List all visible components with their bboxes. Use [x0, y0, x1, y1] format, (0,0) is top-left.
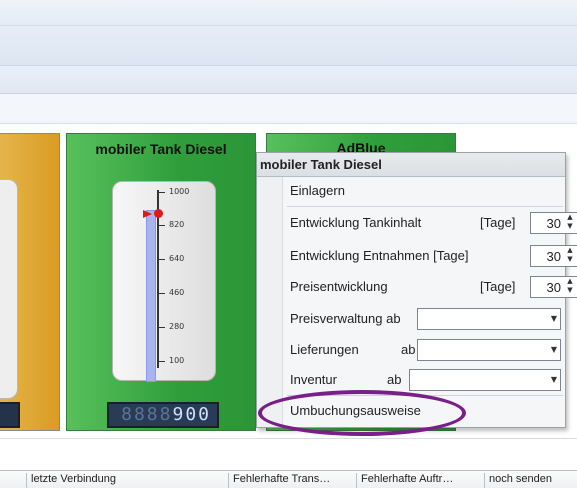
days-unit-label: [Tage]: [480, 215, 516, 230]
chevron-down-icon[interactable]: ▼: [551, 345, 557, 354]
gauge-marker: [154, 209, 163, 218]
gauge-tick: [159, 327, 165, 328]
tankinhalt-days-stepper[interactable]: 30 ▲ ▼: [530, 212, 577, 234]
ab-label: ab: [401, 342, 416, 357]
display-dim-digits: 8888: [121, 404, 173, 425]
gauge-tick-label: 100: [169, 356, 185, 365]
display-value: 900: [172, 404, 211, 425]
menu-item-inventur[interactable]: Inventur ab ▼: [284, 368, 564, 392]
highlight-annotation: [258, 390, 466, 436]
title-bar: [0, 0, 577, 26]
menu-item-label: Lieferungen: [290, 342, 359, 357]
lieferungen-date-dropdown[interactable]: ▼: [417, 339, 561, 361]
gauge-tick-label: 1000: [169, 187, 190, 196]
entnahmen-days-stepper[interactable]: 30 ▲ ▼: [530, 245, 577, 267]
menu-item-lieferungen[interactable]: Lieferungen ab ▼: [284, 338, 564, 362]
tank-level-gauge: 1000 820 640 460 280 100: [112, 181, 216, 382]
gauge-level-tube: [146, 210, 156, 382]
days-unit-label: [Tage]: [480, 279, 516, 294]
tank-context-menu: mobiler Tank Diesel Einlagern Entwicklun…: [256, 152, 577, 428]
preisentwicklung-days-stepper[interactable]: 30 ▲ ▼: [530, 276, 577, 298]
menu-item-einlagern[interactable]: Einlagern: [284, 179, 564, 203]
column-header-noch-senden[interactable]: noch senden: [484, 473, 577, 488]
menu-item-label: Inventur: [290, 372, 337, 387]
chevron-down-icon[interactable]: ▼: [551, 375, 557, 384]
gauge-tick: [159, 225, 165, 226]
gauge-tick: [159, 361, 165, 362]
gauge-tick-label: 280: [169, 322, 185, 331]
column-header-fehlerhafte-auftr[interactable]: Fehlerhafte Auftr…: [356, 473, 482, 488]
sub-toolbar: [0, 94, 577, 124]
stepper-value: 30: [546, 216, 561, 231]
ab-label: ab: [387, 372, 402, 387]
gauge-tick-label: 820: [169, 220, 185, 229]
chevron-down-icon[interactable]: ▼: [551, 314, 557, 323]
menu-icon-gutter: [257, 177, 283, 427]
menu-item-label: Preisverwaltung ab: [290, 311, 401, 326]
toolbar: [0, 66, 577, 94]
spin-arrows-icon[interactable]: ▲ ▼: [565, 213, 575, 233]
spin-arrows-icon[interactable]: ▲ ▼: [565, 246, 575, 266]
stepper-value: 30: [546, 249, 561, 264]
menu-item-label: Entwicklung Tankinhalt: [290, 215, 422, 230]
column-header-letzte-verbindung[interactable]: letzte Verbindung: [26, 473, 226, 488]
tank-tile-left[interactable]: [0, 133, 60, 431]
menu-item-preisentwicklung[interactable]: Preisentwicklung [Tage] 30 ▲ ▼: [284, 275, 577, 299]
context-menu-title: mobiler Tank Diesel: [257, 153, 565, 177]
preisverwaltung-date-dropdown[interactable]: ▼: [417, 308, 561, 330]
menu-item-label: Entwicklung Entnahmen [Tage]: [290, 248, 469, 263]
tank-title: mobiler Tank Diesel: [95, 141, 227, 157]
tank-display-left: [0, 402, 20, 428]
grid-header: letzte Verbindung Fehlerhafte Trans… Feh…: [0, 470, 577, 488]
tank-volume-display: 8888900: [107, 402, 219, 428]
tank-tile-mobiler-diesel[interactable]: mobiler Tank Diesel 1000 820 640 460 280…: [66, 133, 256, 431]
gauge-tick-label: 640: [169, 254, 185, 263]
menu-item-label: Preisentwicklung: [290, 279, 388, 294]
menu-item-entwicklung-tankinhalt[interactable]: Entwicklung Tankinhalt [Tage] 30 ▲ ▼: [284, 211, 577, 235]
menu-item-entwicklung-entnahmen[interactable]: Entwicklung Entnahmen [Tage] 30 ▲ ▼: [284, 244, 577, 268]
gauge-tick: [159, 293, 165, 294]
gauge-tick-label: 460: [169, 288, 185, 297]
menu-item-preisverwaltung[interactable]: Preisverwaltung ab ▼: [284, 307, 564, 331]
gauge-tick: [159, 259, 165, 260]
menu-separator: [287, 206, 563, 207]
gauge-tick: [159, 192, 165, 193]
inventur-date-dropdown[interactable]: ▼: [409, 369, 561, 391]
gauge-marker-pointer: [143, 210, 152, 218]
column-header-fehlerhafte-trans[interactable]: Fehlerhafte Trans…: [228, 473, 354, 488]
ribbon: [0, 26, 577, 66]
spin-arrows-icon[interactable]: ▲ ▼: [565, 277, 575, 297]
menu-item-label: Einlagern: [290, 183, 345, 198]
stepper-value: 30: [546, 280, 561, 295]
tank-gauge-left: [0, 179, 18, 399]
